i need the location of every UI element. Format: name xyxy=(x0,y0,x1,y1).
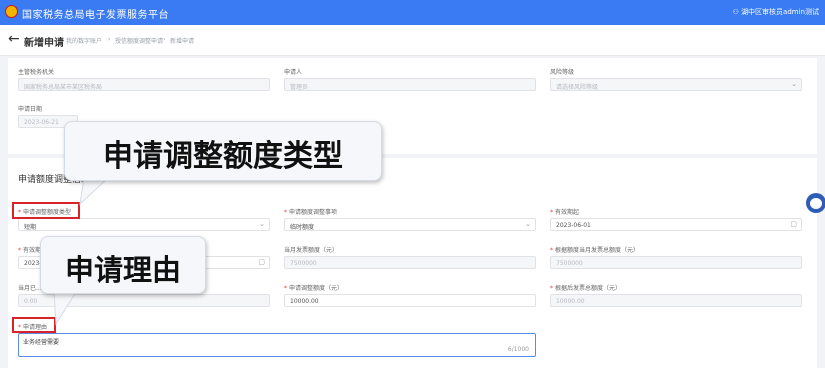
breadcrumb-separator: › xyxy=(163,36,166,43)
total-after-field: 10000.00 xyxy=(550,294,802,307)
app-title: 国家税务总局电子发票服务平台 xyxy=(22,10,169,21)
adjust-type-select[interactable]: 短期 ⌄ xyxy=(18,218,270,231)
assistant-mascot-icon[interactable] xyxy=(806,193,825,213)
adjust-reason-label: * 申请额度调整事项 xyxy=(284,209,338,216)
callout-adjust-type: 申请调整额度类型 xyxy=(64,121,382,181)
callout-adjust-type-text: 申请调整额度类型 xyxy=(103,139,343,174)
tax-authority-label: 主管税务机关 xyxy=(18,69,55,76)
user-icon: ⚇ xyxy=(732,8,742,16)
breadcrumb-item[interactable]: 我的数字账户 xyxy=(66,36,102,45)
reason-textarea[interactable]: 业务经营需要 6/1000 xyxy=(18,333,536,357)
remaining-label: 当月已... xyxy=(18,285,42,292)
top-bar: 国家税务总局电子发票服务平台 ⚇ 湖中区审核员admin测试 xyxy=(0,0,825,25)
tax-authority-field: 国家税务总局某市某区税务局 xyxy=(18,78,270,91)
adjust-type-value: 短期 xyxy=(24,224,37,231)
tax-emblem-icon xyxy=(5,5,18,18)
page-title: 新增申请 xyxy=(24,38,64,49)
current-limit-field: 7500000 xyxy=(284,256,536,269)
breadcrumb-separator: › xyxy=(108,36,111,43)
apply-date-label: 申请日期 xyxy=(18,106,43,113)
back-arrow-icon[interactable]: ← xyxy=(8,31,20,47)
valid-date-picker[interactable]: 2023-06-01 ▢ xyxy=(550,218,802,231)
adjust-reason-value: 临时额度 xyxy=(290,224,315,231)
adjust-type-highlight xyxy=(12,202,80,219)
calendar-icon: ▢ xyxy=(790,220,797,228)
user-name: 湖中区审核员admin测试 xyxy=(741,8,819,16)
risk-level-placeholder: 请选择风险等级 xyxy=(556,84,599,91)
breadcrumb-item[interactable]: 授信额度调整申请 xyxy=(115,36,163,45)
risk-level-label: 风险等级 xyxy=(550,69,575,76)
chevron-down-icon: ⌄ xyxy=(791,80,797,88)
apply-limit-label: * 申请调整额度（元） xyxy=(284,285,344,292)
chevron-down-icon: ⌄ xyxy=(525,220,531,228)
risk-level-select[interactable]: 请选择风险等级 ⌄ xyxy=(550,78,802,91)
month-limit-label: * 根据额度当月发票总额度（元） xyxy=(550,247,640,254)
valid-date-value: 2023-06-01 xyxy=(556,222,591,229)
month-limit-field: 7500000 xyxy=(550,256,802,269)
chevron-down-icon: ⌄ xyxy=(259,220,265,228)
calendar-icon: ▢ xyxy=(258,258,265,266)
breadcrumb-item: 新增申请 xyxy=(170,38,195,45)
current-limit-label: 当月发票额度（元） xyxy=(284,247,339,254)
reason-char-counter: 6/1000 xyxy=(507,346,529,353)
callout-pointer xyxy=(79,178,109,206)
callout-reason: 申请理由 xyxy=(40,236,206,294)
adjust-reason-select[interactable]: 临时额度 ⌄ xyxy=(284,218,536,231)
applicant-field: 管理员 xyxy=(284,78,536,91)
user-menu[interactable]: ⚇ 湖中区审核员admin测试 xyxy=(733,7,819,17)
applicant-label: 申请人 xyxy=(284,69,303,76)
page-header: ← 新增申请 我的数字账户 › 授信额度调整申请 › 新增申请 xyxy=(0,25,825,56)
apply-limit-input[interactable]: 10000.00 xyxy=(284,294,536,307)
reason-text: 业务经营需要 xyxy=(23,339,60,346)
callout-pointer xyxy=(53,292,77,326)
total-after-label: * 根据后发票总额度（元） xyxy=(550,285,622,292)
valid-date-label: * 有效期起 xyxy=(550,209,580,216)
callout-reason-text: 申请理由 xyxy=(64,253,181,287)
